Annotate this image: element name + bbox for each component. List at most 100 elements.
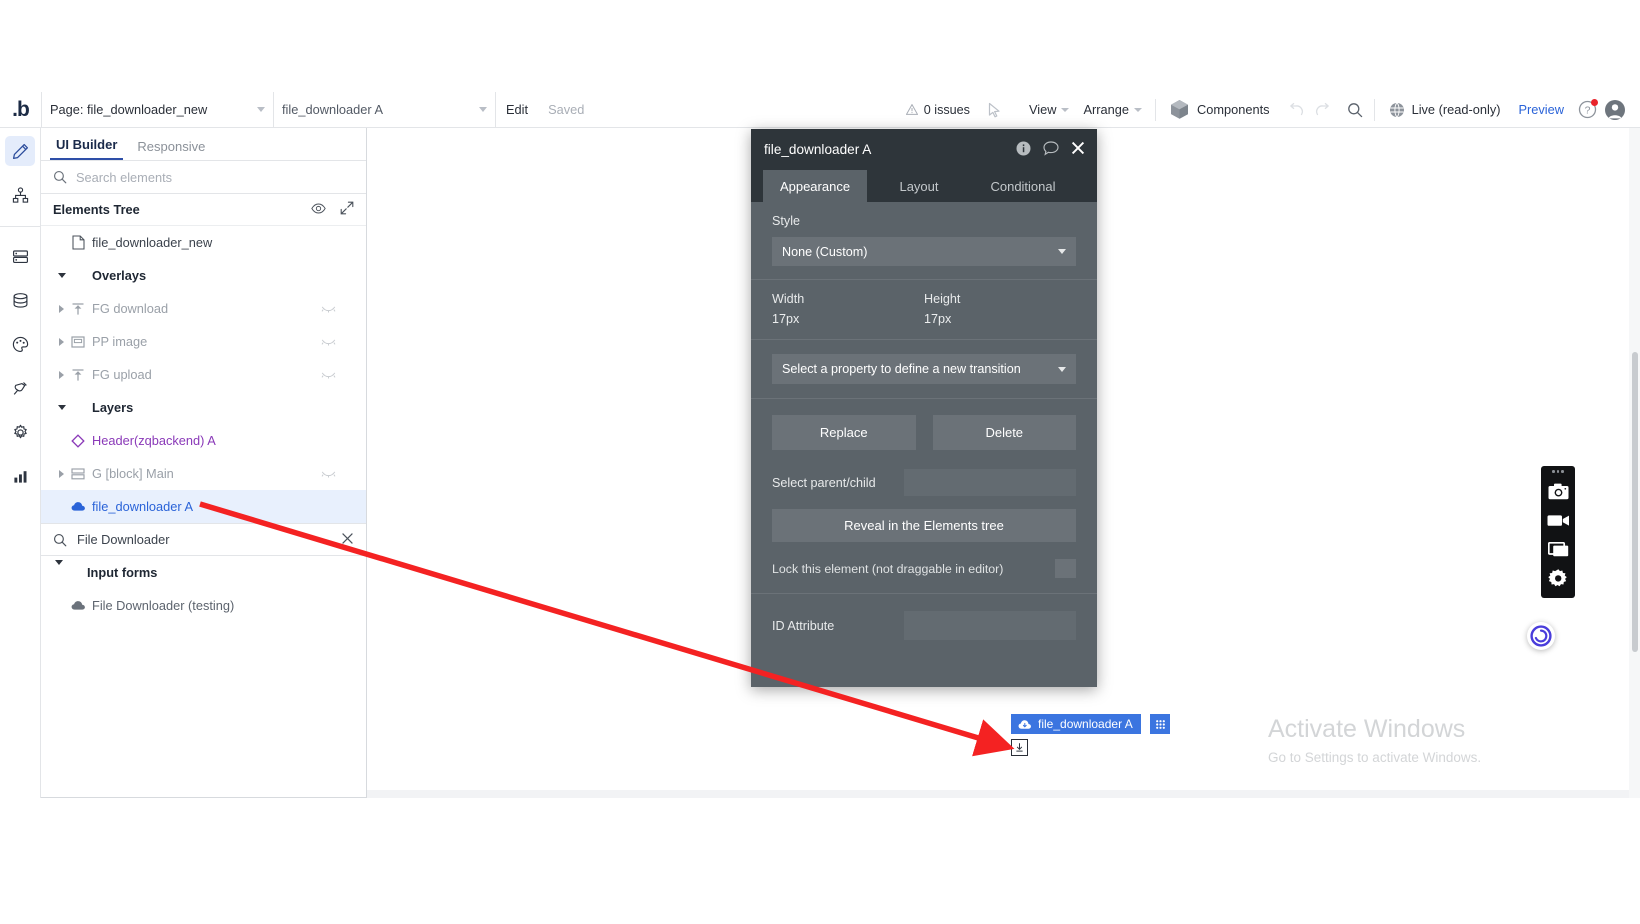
canvas-selection-grip[interactable] xyxy=(1150,714,1170,734)
dialog-title-bar[interactable]: file_downloader A xyxy=(751,129,1097,170)
tree-group-layers[interactable]: Layers xyxy=(41,391,366,424)
user-avatar-button[interactable] xyxy=(1600,95,1630,125)
widget-drag-dots[interactable] xyxy=(1552,470,1564,473)
tree-item-page[interactable]: file_downloader_new xyxy=(41,226,366,259)
dialog-body: Style None (Custom) Width 17px Height 17… xyxy=(751,202,1097,657)
issues-indicator[interactable]: 0 issues xyxy=(905,102,970,117)
rail-item-plugins[interactable] xyxy=(5,373,35,403)
chevron-down-icon xyxy=(257,107,265,112)
rail-item-database[interactable] xyxy=(5,285,35,315)
tree-item-fg-upload[interactable]: FG upload xyxy=(41,358,366,391)
recorder-settings-button[interactable] xyxy=(1541,564,1575,593)
tab-conditional[interactable]: Conditional xyxy=(971,170,1075,202)
page-selector-label: Page: file_downloader_new xyxy=(50,102,208,117)
tree-disclosure-collapsed[interactable] xyxy=(55,304,68,313)
rail-item-logs[interactable] xyxy=(5,461,35,491)
video-record-button[interactable] xyxy=(1541,506,1575,535)
tree-item-g-block-main[interactable]: G [block] Main xyxy=(41,457,366,490)
hidden-eye-icon[interactable] xyxy=(321,466,336,481)
hidden-eye-icon[interactable] xyxy=(321,367,336,382)
tree-item-label: FG upload xyxy=(92,367,152,382)
arrange-menu[interactable]: Arrange xyxy=(1076,102,1149,117)
tree-item-file-downloader-a[interactable]: file_downloader A xyxy=(41,490,366,523)
hidden-eye-icon[interactable] xyxy=(321,301,336,316)
tab-responsive[interactable]: Responsive xyxy=(131,139,211,160)
rail-item-styles[interactable] xyxy=(5,329,35,359)
group-item-file-downloader-testing[interactable]: File Downloader (testing) xyxy=(41,589,366,622)
select-cursor-icon[interactable] xyxy=(982,97,1008,123)
undo-button[interactable] xyxy=(1284,97,1310,123)
select-parent-child-dropdown[interactable] xyxy=(904,469,1076,496)
element-selector[interactable]: file_downloader A xyxy=(274,91,496,128)
screenshot-button[interactable] xyxy=(1541,477,1575,506)
popup-icon xyxy=(68,335,88,348)
replace-button[interactable]: Replace xyxy=(772,415,916,450)
issues-count-label: 0 issues xyxy=(923,102,970,117)
edit-button[interactable]: Edit xyxy=(496,92,538,128)
tree-disclosure-expanded[interactable] xyxy=(55,560,63,580)
visibility-toggle-button[interactable] xyxy=(311,202,326,218)
tab-ui-builder[interactable]: UI Builder xyxy=(50,137,124,160)
tree-disclosure-expanded[interactable] xyxy=(55,405,68,410)
canvas-selected-element-label: file_downloader A xyxy=(1038,717,1133,731)
search-elements-row[interactable]: Search elements xyxy=(41,161,366,194)
view-menu[interactable]: View xyxy=(1022,102,1077,117)
rail-item-workflow[interactable] xyxy=(5,180,35,210)
redo-button[interactable] xyxy=(1310,97,1336,123)
tree-item-header-reusable[interactable]: Header(zqbackend) A xyxy=(41,424,366,457)
tab-appearance[interactable]: Appearance xyxy=(763,170,867,202)
help-bubble-widget[interactable] xyxy=(1527,622,1555,650)
tree-group-overlays[interactable]: Overlays xyxy=(41,259,366,292)
rail-item-design[interactable] xyxy=(5,136,35,166)
hidden-eye-icon[interactable] xyxy=(321,334,336,349)
gear-icon xyxy=(13,424,27,438)
preview-button[interactable]: Preview xyxy=(1508,102,1574,117)
tree-disclosure-collapsed[interactable] xyxy=(55,370,68,379)
tree-item-pp-image[interactable]: PP image xyxy=(41,325,366,358)
dialog-close-button[interactable] xyxy=(1071,141,1085,158)
expand-tree-button[interactable] xyxy=(340,201,354,218)
style-select[interactable]: None (Custom) xyxy=(772,237,1076,266)
rail-item-data[interactable] xyxy=(5,241,35,271)
diamond-icon xyxy=(71,433,85,448)
screen-recorder-widget[interactable] xyxy=(1541,466,1575,598)
canvas-selected-element-badge[interactable]: file_downloader A xyxy=(1011,714,1141,734)
rail-item-settings[interactable] xyxy=(5,417,35,447)
tree-item-label: Header(zqbackend) A xyxy=(92,433,216,448)
dimensions-section: Width 17px Height 17px xyxy=(751,280,1097,340)
chevron-right-icon xyxy=(59,304,64,313)
search-button[interactable] xyxy=(1342,97,1368,123)
group-input-forms[interactable]: Input forms xyxy=(41,556,366,589)
help-button[interactable]: ? xyxy=(1574,97,1600,123)
search-icon xyxy=(53,533,67,546)
page-selector[interactable]: Page: file_downloader_new xyxy=(41,91,274,128)
tree-item-label: PP image xyxy=(92,334,148,349)
element-filter-row[interactable]: File Downloader xyxy=(41,523,366,556)
tree-disclosure-expanded[interactable] xyxy=(55,273,68,278)
dialog-title-text: file_downloader A xyxy=(764,142,872,157)
tree-disclosure-collapsed[interactable] xyxy=(55,337,68,346)
width-label: Width xyxy=(772,292,805,306)
window-capture-button[interactable] xyxy=(1541,535,1575,564)
chevron-down-icon xyxy=(55,560,63,580)
components-button[interactable]: Components xyxy=(1162,99,1278,120)
toolbar-right-group: 0 issues View Arrange Components Live (r… xyxy=(905,92,1640,128)
delete-button[interactable]: Delete xyxy=(932,415,1076,450)
reveal-in-elements-tree-button[interactable]: Reveal in the Elements tree xyxy=(772,509,1076,542)
dialog-comment-button[interactable] xyxy=(1043,140,1059,159)
canvas-selected-element-box[interactable] xyxy=(1011,739,1028,756)
speech-bubble-icon xyxy=(1043,140,1059,156)
id-attribute-input[interactable] xyxy=(904,611,1076,640)
live-version-button[interactable]: Live (read-only) xyxy=(1381,102,1509,118)
chevron-down-icon xyxy=(57,405,66,410)
tree-disclosure-collapsed[interactable] xyxy=(55,469,68,478)
vertical-scrollbar-thumb[interactable] xyxy=(1632,352,1638,652)
transition-select[interactable]: Select a property to define a new transi… xyxy=(772,354,1076,384)
bubble-logo[interactable]: .b xyxy=(0,92,41,128)
tree-item-fg-download[interactable]: FG download xyxy=(41,292,366,325)
tab-layout[interactable]: Layout xyxy=(867,170,971,202)
dialog-info-button[interactable] xyxy=(1016,141,1031,159)
camera-icon xyxy=(1548,483,1568,499)
lock-element-checkbox[interactable] xyxy=(1055,559,1076,578)
clear-filter-button[interactable] xyxy=(341,532,354,548)
